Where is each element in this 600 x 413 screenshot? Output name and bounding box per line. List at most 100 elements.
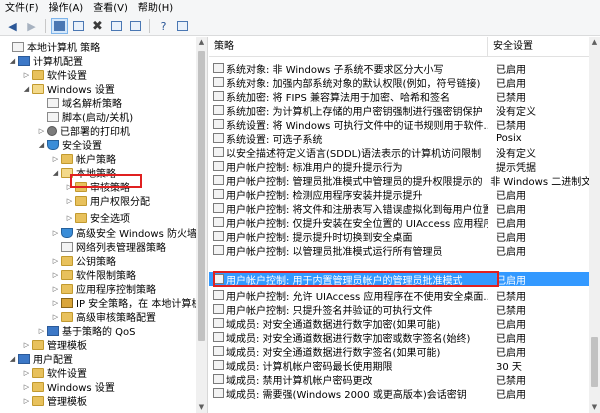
tree-node[interactable]: 脚本(启动/关机) (37, 110, 133, 124)
expander[interactable]: ◢ (8, 355, 17, 363)
export-icon[interactable] (127, 18, 144, 34)
table-row[interactable]: 用户帐户控制: 只提升签名并验证的可执行文件 已禁用 (209, 302, 589, 317)
tree-node[interactable]: ▷ 软件限制策略 (51, 268, 136, 282)
tree-node[interactable]: 域名解析策略 (37, 96, 122, 110)
expander[interactable]: ◢ (8, 57, 17, 65)
delete-icon[interactable]: ✖ (89, 18, 106, 34)
table-row[interactable]: 以安全描述符定义语言(SDDL)语法表示的计算机访问限制 没有定义 (209, 145, 589, 160)
tree-node[interactable]: ▷ 管理模板 (22, 338, 87, 352)
show-tree-icon[interactable] (51, 18, 68, 34)
expander[interactable]: ▷ (65, 214, 74, 222)
tree-node[interactable]: ▷ IP 安全策略，在 本地计算机 (51, 296, 201, 310)
table-row[interactable]: 域成员: 需要强(Windows 2000 或更高版本)会话密钥 已启用 (209, 386, 589, 401)
expander[interactable]: ▷ (51, 155, 60, 163)
qos-icon (47, 325, 59, 336)
table-row[interactable]: 域成员: 对安全通道数据进行数字加密或数字签名(始终) 已启用 (209, 330, 589, 345)
table-row[interactable]: 系统设置: 可选子系统 Posix (209, 131, 589, 146)
table-row[interactable]: 用户帐户控制: 标准用户的提升提示行为 提示凭据 (209, 159, 589, 174)
table-row[interactable]: 域成员: 对安全通道数据进行数字签名(如果可能) 已启用 (209, 344, 589, 359)
tree-node[interactable]: ▷ 软件设置 (22, 366, 87, 380)
column-header-setting[interactable]: 安全设置 (488, 37, 533, 57)
tree-node-security-options[interactable]: ▷ 安全选项 (65, 211, 130, 225)
tree-node-label: 软件设置 (47, 369, 87, 380)
menu-view[interactable]: 查看(V) (92, 0, 129, 17)
tree-node[interactable]: ◢ 安全设置 (37, 138, 102, 152)
table-row[interactable]: 系统加密: 为计算机上存储的用户密钥强制进行强密钥保护 没有定义 (209, 103, 589, 118)
scroll-up-icon[interactable]: ▲ (589, 37, 600, 48)
column-header-policy[interactable]: 策略 (209, 37, 488, 57)
expander[interactable]: ▷ (37, 127, 46, 135)
table-row[interactable]: 用户帐户控制: 将文件和注册表写入错误虚拟化到每用户位置 已启用 (209, 201, 589, 216)
tree-node[interactable]: ▷ 已部署的打印机 (37, 124, 130, 138)
menu-help[interactable]: 帮助(H) (137, 0, 174, 17)
expander[interactable]: ▷ (22, 397, 31, 405)
tree-node[interactable]: ▷ 公钥策略 (51, 254, 116, 268)
tree-node-label: 应用程序控制策略 (76, 285, 156, 296)
forward-icon[interactable]: ▶ (23, 18, 40, 34)
tree-node[interactable]: ▷ 高级安全 Windows 防火墙 (51, 226, 197, 240)
scroll-thumb[interactable] (591, 337, 598, 387)
table-row[interactable]: 域成员: 对安全通道数据进行数字加密(如果可能) 已启用 (209, 316, 589, 331)
expander[interactable]: ▷ (22, 341, 31, 349)
policy-setting: 没有定义 (496, 148, 536, 160)
tree-node[interactable]: ◢ Windows 设置 (22, 82, 115, 96)
table-row[interactable]: 域成员: 计算机帐户密码最长使用期限 30 天 (209, 358, 589, 373)
tree-node[interactable]: ▷ 用户权限分配 (65, 194, 150, 208)
expander[interactable]: ▷ (65, 197, 74, 205)
tree-node[interactable]: ▷ Windows 设置 (22, 380, 115, 394)
tree-node[interactable]: ▷ 高级审核策略配置 (51, 310, 156, 324)
expander[interactable]: ▷ (51, 271, 60, 279)
tree-node-label: 用户配置 (33, 355, 73, 366)
tree-node[interactable]: ▷ 基于策略的 QoS (37, 324, 136, 338)
tree-node[interactable]: ▷ 管理模板 (22, 394, 87, 408)
expander[interactable]: ▷ (22, 383, 31, 391)
table-row[interactable]: 用户帐户控制: 检测应用程序安装并提示提升 已启用 (209, 187, 589, 202)
scroll-down-icon[interactable]: ▼ (589, 402, 600, 413)
expander[interactable]: ▷ (51, 313, 60, 321)
table-row[interactable]: 系统对象: 加强内部系统对象的默认权限(例如，符号链接) 已启用 (209, 75, 589, 90)
expander[interactable]: ▷ (37, 327, 46, 335)
table-row[interactable]: 用户帐户控制: 允许 UIAccess 应用程序在不使用安全桌面... 已禁用 (209, 288, 589, 303)
tree-node[interactable]: 本地计算机 策略 (2, 40, 100, 54)
folder-icon (32, 367, 44, 378)
expander[interactable]: ▷ (51, 257, 60, 265)
properties-icon[interactable] (108, 18, 125, 34)
console-icon[interactable] (70, 18, 87, 34)
folder-icon (75, 195, 87, 206)
tree-scrollbar[interactable]: ▲ ▼ (196, 37, 207, 413)
tree-node[interactable]: ▷ 帐户策略 (51, 152, 116, 166)
help-icon[interactable]: ? (155, 18, 172, 34)
table-row[interactable]: 系统对象: 非 Windows 子系统不要求区分大小写 已启用 (209, 61, 589, 76)
menu-file[interactable]: 文件(F) (4, 0, 40, 17)
policy-setting: 非 Windows 二进制文 (490, 176, 589, 188)
scroll-down-icon[interactable]: ▼ (196, 402, 207, 413)
tree-node[interactable]: 网络列表管理器策略 (51, 240, 166, 254)
back-icon[interactable]: ◀ (4, 18, 21, 34)
expander[interactable]: ◢ (51, 169, 60, 177)
list-scrollbar[interactable]: ▲ ▼ (589, 37, 600, 413)
tree-node-label: 高级安全 Windows 防火墙 (76, 229, 197, 240)
expander[interactable]: ◢ (37, 141, 46, 149)
expander[interactable]: ▷ (51, 299, 60, 307)
tree-node[interactable]: ▷ 应用程序控制策略 (51, 282, 156, 296)
table-row[interactable]: 系统加密: 将 FIPS 兼容算法用于加密、哈希和签名 已禁用 (209, 89, 589, 104)
menu-action[interactable]: 操作(A) (48, 0, 85, 17)
panel-icon[interactable] (174, 18, 191, 34)
expander[interactable]: ▷ (51, 285, 60, 293)
tree-node[interactable]: ▷ 软件设置 (22, 68, 87, 82)
scroll-thumb[interactable] (198, 51, 205, 341)
expander[interactable]: ▷ (51, 229, 60, 237)
table-row[interactable]: 域成员: 禁用计算机帐户密码更改 已禁用 (209, 372, 589, 387)
tree-node[interactable]: ◢ 用户配置 (8, 352, 73, 366)
table-row[interactable]: 用户帐户控制: 管理员批准模式中管理员的提升权限提示的... 非 Windows … (209, 173, 589, 188)
scroll-up-icon[interactable]: ▲ (196, 37, 207, 48)
expander[interactable]: ◢ (22, 85, 31, 93)
expander[interactable]: ▷ (22, 71, 31, 79)
table-row[interactable]: 系统设置: 将 Windows 可执行文件中的证书规则用于软件... 已禁用 (209, 117, 589, 132)
table-row[interactable]: 用户帐户控制: 以管理员批准模式运行所有管理员 已启用 (209, 243, 589, 258)
table-row[interactable]: 用户帐户控制: 仅提升安装在安全位置的 UIAccess 应用程序 已启用 (209, 215, 589, 230)
policy-name: 系统设置: 将 Windows 可执行文件中的证书规则用于软件... (226, 120, 488, 132)
table-row[interactable]: 用户帐户控制: 提示提升时切换到安全桌面 已启用 (209, 229, 589, 244)
expander[interactable]: ▷ (22, 369, 31, 377)
tree-node[interactable]: ◢ 计算机配置 (8, 54, 83, 68)
